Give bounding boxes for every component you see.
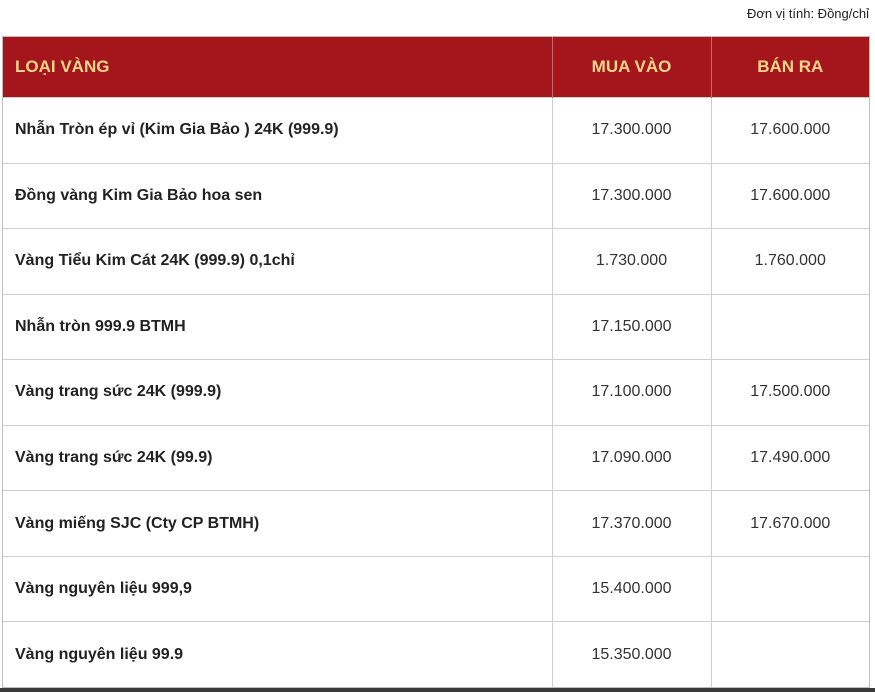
sell-price-cell: 17.490.000 — [711, 424, 869, 491]
sell-price-cell: 17.670.000 — [711, 490, 869, 557]
bottom-edge-bar — [0, 688, 875, 692]
header-sell: BÁN RA — [711, 37, 869, 98]
buy-price-cell: 17.150.000 — [552, 293, 712, 360]
gold-type-cell: Nhẫn tròn 999.9 BTMH — [3, 293, 553, 360]
gold-type-cell: Vàng nguyên liệu 99.9 — [3, 621, 553, 687]
sell-price-cell: 17.500.000 — [711, 359, 869, 426]
gold-type-cell: Đồng vàng Kim Gia Bảo hoa sen — [3, 162, 553, 229]
buy-price-cell: 17.300.000 — [552, 97, 712, 164]
sell-price-cell: 17.600.000 — [711, 162, 869, 229]
table-header-row: LOẠI VÀNG MUA VÀO BÁN RA — [3, 37, 869, 98]
sell-price-cell — [711, 621, 869, 687]
buy-price-cell: 17.370.000 — [552, 490, 712, 557]
table-row: Vàng trang sức 24K (999.9) 17.100.000 17… — [3, 359, 869, 426]
table-row: Vàng trang sức 24K (99.9) 17.090.000 17.… — [3, 424, 869, 491]
buy-price-cell: 15.400.000 — [552, 555, 712, 622]
gold-type-cell: Vàng nguyên liệu 999,9 — [3, 555, 553, 622]
buy-price-cell: 17.100.000 — [552, 359, 712, 426]
buy-price-cell: 1.730.000 — [552, 228, 712, 295]
gold-type-cell: Vàng Tiểu Kim Cát 24K (999.9) 0,1chỉ — [3, 228, 553, 295]
buy-price-cell: 15.350.000 — [552, 621, 712, 687]
table-row: Vàng nguyên liệu 999,9 15.400.000 — [3, 555, 869, 622]
gold-type-cell: Vàng trang sức 24K (99.9) — [3, 424, 553, 491]
table-row: Nhẫn tròn 999.9 BTMH 17.150.000 — [3, 293, 869, 360]
table-row: Vàng nguyên liệu 99.9 15.350.000 — [3, 621, 869, 687]
gold-type-cell: Vàng trang sức 24K (999.9) — [3, 359, 553, 426]
buy-price-cell: 17.300.000 — [552, 162, 712, 229]
header-gold-type: LOẠI VÀNG — [3, 37, 553, 98]
table-row: Nhẫn Tròn ép vỉ (Kim Gia Bảo ) 24K (999.… — [3, 97, 869, 164]
sell-price-cell: 17.600.000 — [711, 97, 869, 164]
table-row: Đồng vàng Kim Gia Bảo hoa sen 17.300.000… — [3, 162, 869, 229]
table-row: Vàng Tiểu Kim Cát 24K (999.9) 0,1chỉ 1.7… — [3, 228, 869, 295]
unit-note: Đơn vị tính: Đồng/chỉ — [747, 6, 869, 21]
price-table: LOẠI VÀNG MUA VÀO BÁN RA Nhẫn Tròn ép vỉ… — [3, 37, 869, 687]
sell-price-cell — [711, 293, 869, 360]
sell-price-cell: 1.760.000 — [711, 228, 869, 295]
gold-price-table: LOẠI VÀNG MUA VÀO BÁN RA Nhẫn Tròn ép vỉ… — [2, 36, 870, 688]
sell-price-cell — [711, 555, 869, 622]
table-row: Vàng miếng SJC (Cty CP BTMH) 17.370.000 … — [3, 490, 869, 557]
gold-type-cell: Vàng miếng SJC (Cty CP BTMH) — [3, 490, 553, 557]
gold-type-cell: Nhẫn Tròn ép vỉ (Kim Gia Bảo ) 24K (999.… — [3, 97, 553, 164]
buy-price-cell: 17.090.000 — [552, 424, 712, 491]
header-buy: MUA VÀO — [552, 37, 712, 98]
